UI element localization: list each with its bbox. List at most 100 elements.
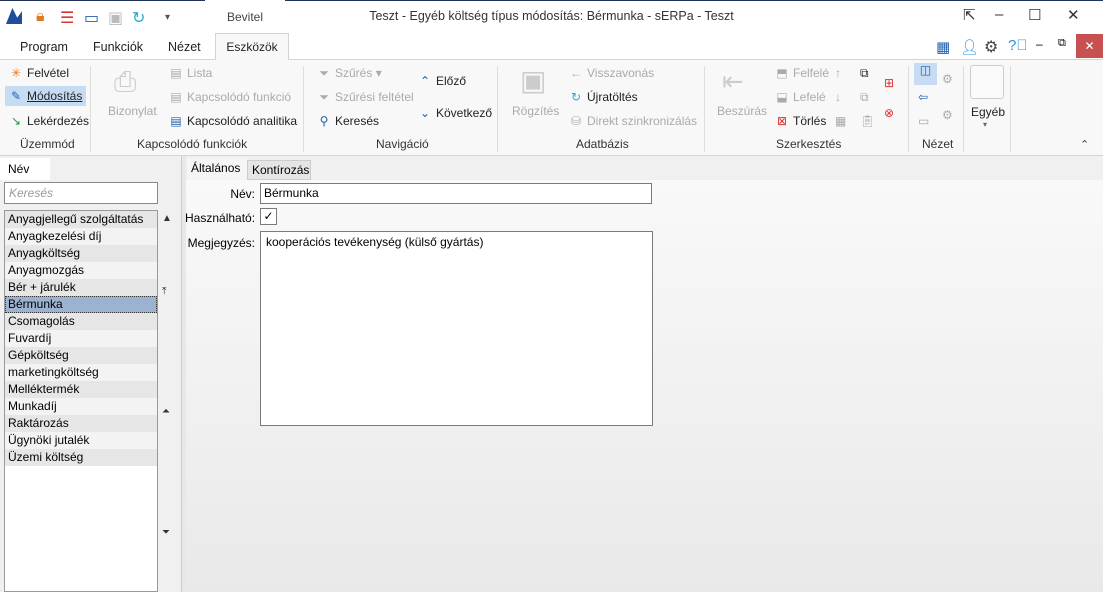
usable-label: Használható: (185, 211, 256, 225)
scroll-up-icon[interactable]: ▲ (162, 213, 172, 224)
list-item[interactable]: Bérmunka (5, 296, 157, 313)
lista-button[interactable]: ▤ Lista (168, 66, 212, 80)
copy-icon[interactable]: ⧉ (860, 66, 869, 81)
felvetel-button[interactable]: ✳ Felvétel (8, 66, 69, 80)
clipboard-icon[interactable]: 📋︎ (860, 114, 875, 128)
separator (90, 66, 91, 152)
tab-altalanos[interactable]: Általános (187, 158, 247, 180)
kapcsolodo-funkcio-button[interactable]: ▤ Kapcsolódó funkció (168, 90, 291, 104)
list-icon[interactable]: ☰ (60, 8, 74, 28)
separator (303, 66, 304, 152)
list-item[interactable]: Melléktermék (5, 381, 157, 398)
refresh-icon[interactable]: ↻ (132, 8, 145, 28)
panel-hide-icon[interactable]: ▭ (918, 114, 929, 128)
tab-eszkozok[interactable]: Eszközök (215, 33, 289, 61)
kereses-button[interactable]: ⚲ Keresés (316, 114, 379, 128)
user-icon[interactable]: 👤︎ (960, 38, 979, 56)
scroll-first-icon[interactable]: ⏶ (162, 406, 170, 417)
doc-minimize-button[interactable]: – (1036, 37, 1043, 51)
szures-button[interactable]: ⏷ Szűrés ▾ (316, 66, 382, 81)
egyeb-button[interactable]: Egyéb (971, 105, 1005, 119)
insert-row-icon: ⇤ (722, 66, 744, 96)
chevron-up-icon: ⌃ (419, 74, 431, 88)
visszavonas-button[interactable]: ← Visszavonás (568, 66, 654, 80)
note-textarea[interactable]: kooperációs tevékenység (külső gyártás) (260, 231, 653, 426)
ujratoltes-button[interactable]: ↻ Újratöltés (568, 90, 638, 104)
item-list: Anyagjellegű szolgáltatás Anyagkezelési d… (4, 210, 158, 592)
calculator-icon[interactable]: ▦ (936, 38, 950, 56)
rogzites-button[interactable]: Rögzítés (512, 104, 559, 118)
context-tab-bevitel[interactable]: Bevitel (205, 0, 285, 35)
elozo-button[interactable]: ⌃ Előző (417, 74, 466, 88)
separator (963, 66, 964, 152)
panel-view-icon[interactable]: ◫ (914, 63, 937, 85)
tab-funkciok[interactable]: Funkciók (93, 40, 143, 54)
group-label-kapcsolodo: Kapcsolódó funkciók (137, 137, 248, 151)
tree-up-icon[interactable]: ⚙ (942, 72, 953, 86)
help-icon[interactable]: ?⃝ (1008, 37, 1028, 54)
pin-icon[interactable]: ⇱ (963, 6, 976, 24)
edit-icon: ✎ (10, 89, 22, 103)
collapse-ribbon-icon[interactable]: ⌃ (1080, 138, 1089, 151)
refresh-icon: ↻ (570, 90, 582, 104)
preview-icon[interactable]: ▭ (84, 8, 99, 28)
list-item[interactable]: Anyagkezelési díj (5, 228, 157, 245)
arrow-down-icon[interactable]: ↓ (835, 90, 841, 104)
usable-checkbox[interactable]: ✓ (260, 208, 277, 225)
minimize-button[interactable]: – (995, 6, 1003, 23)
list-item[interactable]: Üzemi költség (5, 449, 157, 466)
doc-close-button[interactable]: ✕ (1076, 34, 1103, 58)
close-button[interactable]: ✕ (1067, 6, 1080, 24)
tab-nev[interactable]: Név (0, 158, 50, 180)
printer-icon: ⎙ (114, 66, 137, 97)
felfele-button[interactable]: ⬒ Felfelé (774, 66, 829, 80)
lock-icon[interactable]: 🔒︎ (36, 8, 45, 26)
tab-nezet[interactable]: Nézet (168, 40, 201, 54)
list-item[interactable]: Anyagmozgás (5, 262, 157, 279)
maximize-button[interactable]: ☐ (1028, 6, 1041, 24)
delete-record-icon[interactable]: ⊗ (884, 106, 894, 120)
lekerdezes-button[interactable]: ↘ Lekérdezés (8, 114, 89, 128)
kapcsolodo-analitika-button[interactable]: ▤ Kapcsolódó analitika (168, 114, 297, 128)
name-input[interactable]: Bérmunka (260, 183, 652, 204)
save-icon[interactable]: ▣ (108, 8, 123, 28)
function-icon: ▤ (170, 90, 182, 104)
direkt-szinkronizalas-button[interactable]: ⛁ Direkt szinkronizálás (568, 114, 697, 128)
list-item[interactable]: Fuvardíj (5, 330, 157, 347)
paste-icon[interactable]: ⧉ (860, 90, 869, 105)
group-label-uzemmod: Üzemmód (20, 137, 75, 151)
list-item[interactable]: Anyagköltség (5, 245, 157, 262)
scroll-last-icon[interactable]: ⏷ (162, 527, 170, 538)
gear-icon[interactable]: ⚙ (984, 37, 998, 57)
list-item[interactable]: Bér + járulék (5, 279, 157, 296)
tab-program[interactable]: Program (20, 40, 68, 54)
modositas-button[interactable]: ✎ Módosítás (5, 86, 86, 106)
egyeb-dropdown-icon[interactable]: ▾ (983, 120, 987, 129)
beszuras-button[interactable]: Beszúrás (717, 104, 767, 118)
bizonylat-button[interactable]: Bizonylat (108, 104, 157, 118)
list-item[interactable]: marketingköltség (5, 364, 157, 381)
list-item[interactable]: Ügynöki jutalék (5, 432, 157, 449)
calendar-icon[interactable]: ▦ (835, 114, 846, 128)
torles-button[interactable]: ⊠ Törlés (774, 114, 826, 128)
customize-dropdown-icon[interactable]: ▾ (165, 12, 170, 23)
list-item[interactable]: Munkadíj (5, 398, 157, 415)
list-item[interactable]: Gépköltség (5, 347, 157, 364)
tab-kontirozas[interactable]: Kontírozás (247, 160, 311, 180)
lefele-button[interactable]: ⬓ Lefelé (774, 90, 825, 104)
doc-restore-button[interactable]: ⧉ (1058, 37, 1066, 50)
move-up-icon: ⬒ (776, 66, 788, 80)
search-input[interactable]: Keresés (4, 182, 158, 204)
separator (1010, 66, 1011, 152)
kovetkezo-button[interactable]: ⌄ Következő (417, 106, 492, 120)
tree-down-icon[interactable]: ⚙ (942, 108, 953, 122)
page-up-icon[interactable]: ⤒ (162, 286, 166, 297)
list-item[interactable]: Csomagolás (5, 313, 157, 330)
list-item[interactable]: Raktározás (5, 415, 157, 432)
arrow-up-icon[interactable]: ↑ (835, 66, 841, 80)
new-record-icon[interactable]: ⊞ (884, 76, 894, 90)
szuresi-feltetel-button[interactable]: ⏷ Szűrési feltétel (316, 90, 414, 105)
panel-left-icon[interactable]: ⇦ (918, 90, 928, 104)
list-item[interactable]: Anyagjellegű szolgáltatás (5, 211, 157, 228)
search-icon: ⚲ (319, 114, 329, 128)
